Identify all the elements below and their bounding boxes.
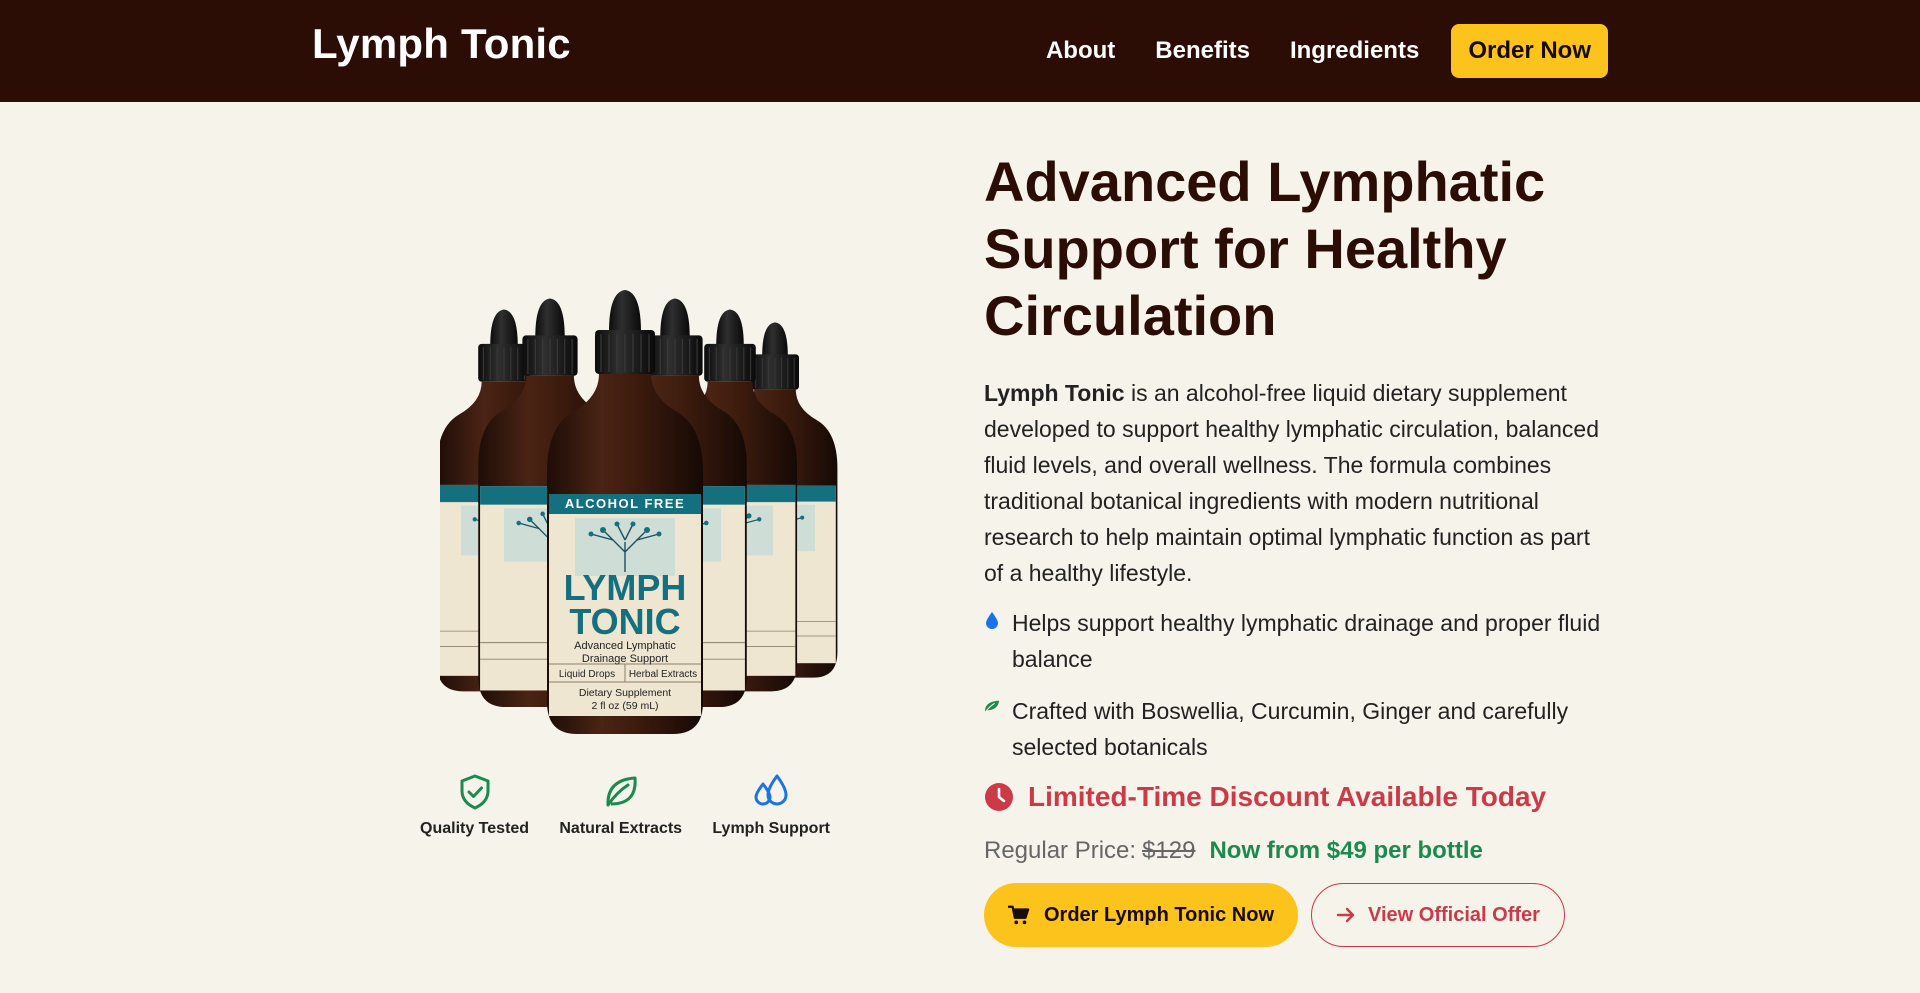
site-header: Lymph Tonic About Benefits Ingredients O… [0, 0, 1920, 102]
badge-label: Natural Extracts [559, 820, 683, 837]
bottle-label-left-box: Liquid Drops [559, 669, 615, 680]
arrow-right-icon [1336, 907, 1355, 923]
page-title: Advanced Lymphatic Support for Healthy C… [984, 150, 1546, 347]
regular-price-label: Regular Price: [984, 837, 1137, 864]
pricing: Regular Price: $129 Now from $49 per bot… [984, 837, 1608, 865]
nav-benefits[interactable]: Benefits [1155, 24, 1250, 78]
benefit-text: Helps support healthy lymphatic drainage… [1012, 610, 1601, 672]
shield-check-icon [460, 774, 490, 810]
leaf-icon [606, 776, 637, 807]
cart-icon [1008, 905, 1030, 925]
order-button-label: Order Lymph Tonic Now [1044, 903, 1275, 926]
nav-ingredients[interactable]: Ingredients [1290, 24, 1419, 78]
bottle-label-footer-1: Dietary Supplement [579, 687, 671, 699]
badge-label: Lymph Support [712, 820, 830, 837]
nav-about[interactable]: About [1046, 24, 1115, 78]
benefit-list: Helps support healthy lymphatic drainage… [984, 605, 1608, 765]
badge-label: Quality Tested [420, 820, 530, 837]
regular-price: $129 [1142, 837, 1196, 864]
discount-banner: Limited-Time Discount Available Today [984, 781, 1608, 813]
intro-brand: Lymph Tonic [984, 380, 1125, 406]
intro-paragraph: Lymph Tonic is an alcohol-free liquid di… [984, 375, 1608, 591]
order-now-button[interactable]: Order Now [1451, 24, 1608, 78]
brand-logo[interactable]: Lymph Tonic [312, 20, 571, 68]
droplet-icon [986, 612, 998, 629]
order-lymph-tonic-button[interactable]: Order Lymph Tonic Now [984, 883, 1299, 947]
badge-natural-extracts: Natural Extracts [559, 772, 682, 838]
trust-badges: Quality Tested Natural Extracts Lymph Su… [420, 772, 830, 838]
intro-text: is an alcohol-free liquid dietary supple… [984, 380, 1599, 586]
view-official-offer-button[interactable]: View Official Offer [1311, 883, 1565, 947]
bottle-label-subtitle-1: Advanced Lymphatic [574, 640, 676, 652]
bottle-label-subtitle-2: Drainage Support [582, 653, 668, 665]
cta-row: Order Lymph Tonic Now View Official Offe… [984, 883, 1608, 947]
discount-text: Limited-Time Discount Available Today [1028, 781, 1547, 812]
badge-lymph-support: Lymph Support [712, 772, 830, 838]
droplets-icon [754, 774, 788, 806]
bottle-label-right-box: Herbal Extracts [629, 669, 697, 680]
hero-content: Advanced Lymphatic Support for Healthy C… [984, 148, 1608, 947]
offer-button-label: View Official Offer [1368, 903, 1540, 926]
leaf-icon [984, 700, 1000, 712]
bottle-label-name-2: TONIC [569, 601, 680, 642]
main-nav: About Benefits Ingredients Order Now [1046, 24, 1608, 78]
list-item: Crafted with Boswellia, Curcumin, Ginger… [984, 693, 1608, 765]
bottle-label-top: ALCOHOL FREE [565, 496, 685, 511]
benefit-text: Crafted with Boswellia, Curcumin, Ginger… [1012, 698, 1569, 760]
list-item: Helps support healthy lymphatic drainage… [984, 605, 1608, 677]
badge-quality-tested: Quality Tested [420, 772, 529, 838]
product-bottles-image: ALCOHOL FREE LYMPH TONIC Advanced Lympha… [440, 289, 838, 735]
bottle-label-footer-2: 2 fl oz (59 mL) [591, 700, 658, 712]
clock-icon [985, 783, 1013, 811]
sale-price: Now from $49 per bottle [1209, 837, 1483, 864]
